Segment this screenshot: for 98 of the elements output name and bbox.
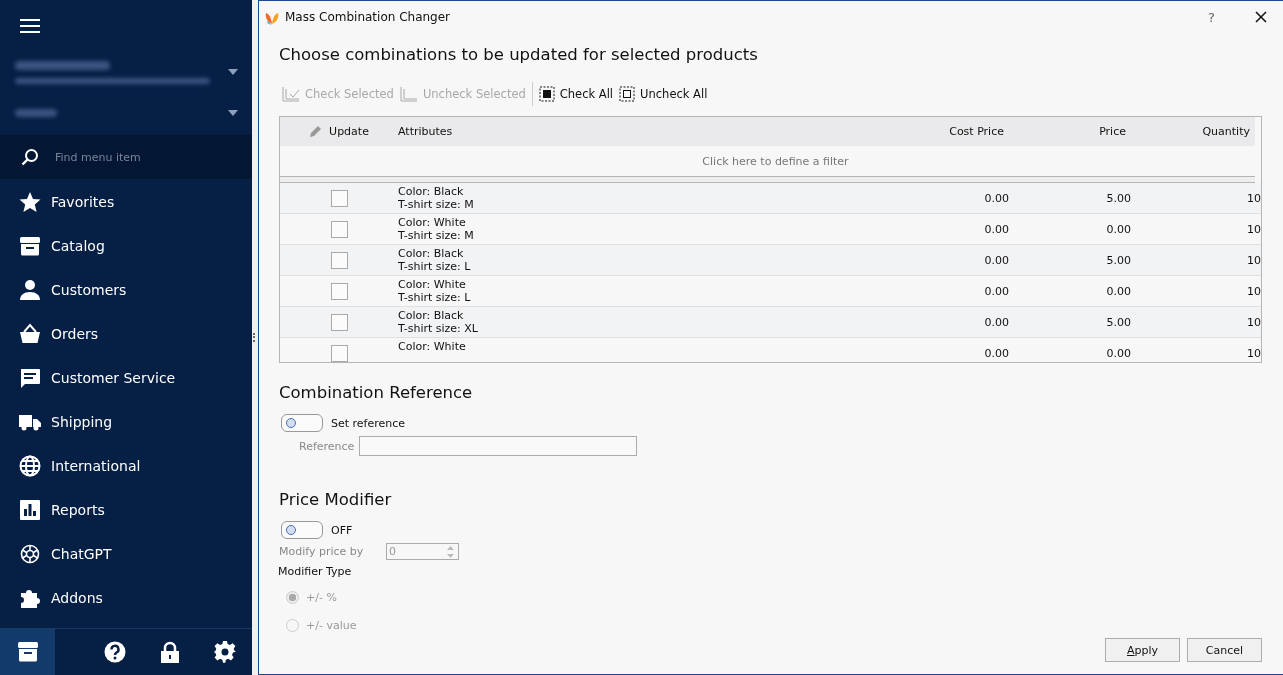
column-header[interactable]: Price [1099, 125, 1126, 138]
menu-item[interactable]: Orders [0, 312, 252, 356]
person-icon [19, 279, 41, 301]
reference-field[interactable] [359, 436, 638, 456]
field-label: Modify price by [279, 545, 365, 558]
menu-item[interactable]: International [0, 444, 252, 488]
check-list-icon [282, 86, 300, 102]
table-cell: 10 [1247, 191, 1261, 205]
menu-item[interactable]: ChatGPT [0, 532, 252, 576]
section-heading: Price Modifier [279, 490, 393, 509]
checkbox[interactable] [330, 189, 348, 207]
cancel-button[interactable]: Cancel [1187, 638, 1262, 662]
apply-button[interactable]: Apply [1105, 638, 1180, 662]
spinner-arrows-icon [447, 545, 454, 558]
toggle-switch[interactable] [281, 414, 323, 432]
table-cell-text: Color: Black [398, 309, 465, 322]
section-heading: Combination Reference [279, 383, 474, 402]
caret-icon[interactable] [228, 69, 238, 75]
help-button[interactable]: ? [1208, 9, 1215, 25]
menu-item[interactable]: Customer Service [0, 356, 252, 400]
menu-item[interactable]: Customers [0, 268, 252, 312]
uncheck-all-button[interactable]: Uncheck All [616, 86, 711, 102]
column-header[interactable]: Cost Price [949, 125, 1004, 138]
checkbox[interactable] [330, 251, 348, 269]
table-cell: 5.00 [1106, 315, 1131, 329]
caret-icon[interactable] [228, 110, 238, 116]
table-cell: 0.00 [984, 284, 1009, 298]
menu-item[interactable]: Shipping [0, 400, 252, 444]
table-cell: 0.00 [1106, 284, 1131, 298]
archive-icon [19, 235, 41, 257]
radio-label: +/- % [306, 590, 337, 604]
table-cell: 10 [1247, 253, 1261, 267]
table-cell-text: Color: White [398, 340, 467, 353]
settings-icon [213, 641, 236, 663]
table-cell: 10 [1247, 222, 1261, 236]
table-cell-text: Color: Black [398, 185, 465, 198]
table-cell-text: T-shirt size: XL [398, 322, 479, 335]
table-cell: 10 [1247, 315, 1261, 329]
window-title: Mass Combination Changer [285, 10, 452, 24]
search-field[interactable]: Find menu item [53, 149, 237, 165]
puzzle-icon [19, 587, 41, 609]
check-all-button[interactable]: Check All [535, 86, 617, 102]
toggle-label: Set reference [331, 416, 406, 430]
checkbox[interactable] [330, 282, 348, 300]
help-icon [103, 641, 126, 663]
filled-square-icon [538, 86, 555, 102]
table-cell: 0.00 [984, 346, 1009, 360]
table-cell-text: Color: White [398, 216, 467, 229]
radio-label: +/- value [306, 618, 357, 632]
column-header[interactable]: Quantity [1202, 125, 1250, 138]
list-icon [399, 86, 418, 102]
blurred-text [15, 109, 57, 117]
radio-button[interactable] [286, 590, 299, 604]
table-cell: 5.00 [1106, 253, 1131, 267]
dialog-heading: Choose combinations to be updated for selected products [279, 45, 759, 64]
table-cell: 0.00 [984, 253, 1009, 267]
table-cell: 0.00 [1106, 346, 1131, 360]
table-cell-text: Color: Black [398, 247, 465, 260]
checkbox[interactable] [330, 344, 348, 362]
empty-square-icon [619, 86, 636, 102]
menu-item[interactable]: Catalog [0, 224, 252, 268]
menu-icon[interactable] [20, 18, 40, 34]
toggle-switch[interactable] [281, 521, 323, 539]
star-icon [19, 191, 41, 213]
radio-button[interactable] [286, 618, 299, 632]
table-cell-text: T-shirt size: L [398, 291, 472, 304]
table-cell: 0.00 [984, 222, 1009, 236]
table-cell: 10 [1247, 346, 1261, 360]
table-cell-text: T-shirt size: M [398, 229, 475, 242]
menu-item[interactable]: Addons [0, 576, 252, 620]
column-header[interactable]: Attributes [398, 125, 453, 138]
menu-item[interactable]: Favorites [0, 180, 252, 224]
basket-icon [19, 323, 41, 345]
table-cell: 0.00 [1106, 222, 1131, 236]
toggle-label: OFF [331, 523, 353, 537]
menu-item[interactable]: Reports [0, 488, 252, 532]
globe-icon [19, 455, 41, 477]
store-button[interactable] [0, 629, 55, 675]
table-cell: 5.00 [1106, 191, 1131, 205]
checkbox[interactable] [330, 220, 348, 238]
table-cell: 0.00 [984, 191, 1009, 205]
checkbox[interactable] [330, 313, 348, 331]
archive-icon [16, 642, 39, 662]
group-label: Modifier Type [278, 565, 353, 578]
chat-icon [19, 367, 41, 389]
chart-icon [19, 499, 41, 521]
filter-link[interactable]: Click here to define a filter [702, 154, 849, 168]
close-icon[interactable] [1255, 11, 1267, 23]
search-icon [21, 148, 39, 166]
column-header[interactable]: Update [329, 125, 369, 138]
table-cell-text: Color: White [398, 278, 467, 291]
table-cell: 10 [1247, 284, 1261, 298]
table-cell-text: T-shirt size: M [398, 198, 475, 211]
table-cell: 0.00 [984, 315, 1009, 329]
pencil-icon [309, 125, 323, 138]
field-label: Reference [299, 439, 355, 453]
lock-icon [159, 641, 180, 663]
table-cell-text: T-shirt size: L [398, 260, 472, 273]
